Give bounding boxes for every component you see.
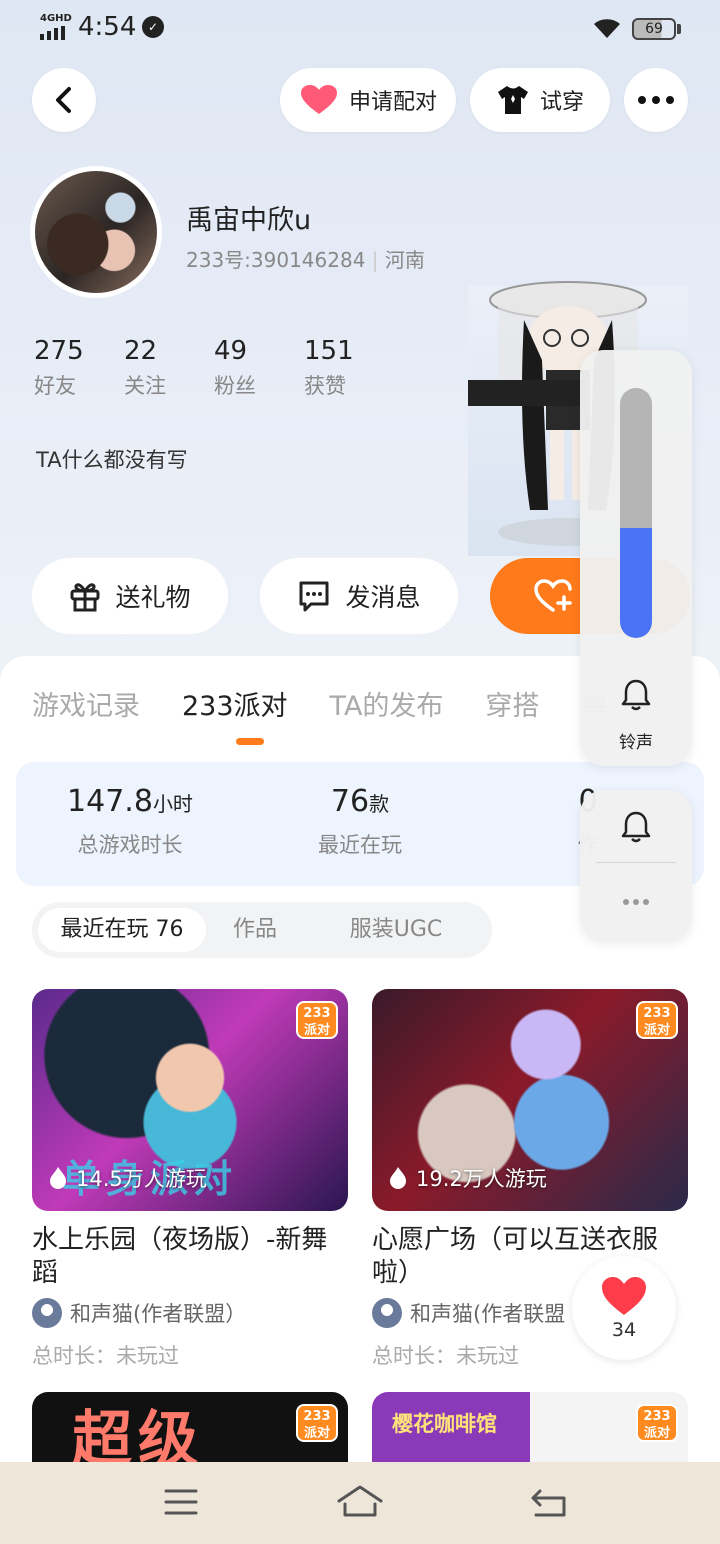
stat-fans[interactable]: 49 粉丝 <box>214 336 304 400</box>
stat-value: 22 <box>124 336 158 366</box>
bell-icon[interactable] <box>620 810 652 844</box>
author-avatar <box>32 1298 62 1328</box>
subtab-recent[interactable]: 最近在玩 76 <box>38 908 206 952</box>
play-count: 14.5万人游玩 <box>48 1163 207 1193</box>
total-time-unit: 小时 <box>152 792 193 816</box>
avatar[interactable] <box>30 166 162 298</box>
notification-icon: ✓ <box>142 16 164 38</box>
home-icon[interactable] <box>336 1484 384 1518</box>
tab-indicator <box>236 738 264 745</box>
divider <box>596 862 676 863</box>
tshirt-icon <box>497 86 528 114</box>
stat-value: 49 <box>214 336 248 366</box>
game-play-time: 总时长：未玩过 <box>32 1344 179 1368</box>
user-id-number: 233号:390146284 <box>186 248 366 272</box>
tab-game-records[interactable]: 游戏记录 <box>32 684 140 723</box>
volume-options-panel <box>580 790 692 942</box>
signal-icon <box>40 26 65 40</box>
party-badge: 233 派对 <box>636 1001 678 1039</box>
total-time-label: 总游戏时长 <box>77 833 183 857</box>
game-subtabs: 最近在玩 76 作品 服装UGC <box>32 902 492 958</box>
user-id: 233号:390146284 | 河南 <box>186 248 425 272</box>
game-title[interactable]: 水上乐园（夜场版）-新舞蹈 <box>32 1224 348 1290</box>
back-button[interactable] <box>32 68 96 132</box>
stat-label: 获赞 <box>304 374 346 398</box>
more-dots-icon[interactable] <box>622 898 650 906</box>
ringtone-label: 铃声 <box>619 733 653 753</box>
like-button[interactable]: 34 <box>572 1256 676 1360</box>
recent-value: 76 <box>330 784 370 819</box>
game-play-time: 总时长：未玩过 <box>372 1344 519 1368</box>
volume-level <box>620 528 652 638</box>
summary-recent: 76款 最近在玩 <box>250 784 470 859</box>
party-badge: 233 派对 <box>636 1404 678 1442</box>
battery-tip <box>677 24 681 34</box>
play-count: 19.2万人游玩 <box>388 1163 547 1193</box>
game-card-image[interactable]: 233 派对 19.2万人游玩 <box>372 989 688 1211</box>
volume-slider[interactable] <box>620 388 652 638</box>
party-badge: 233 派对 <box>296 1001 338 1039</box>
username: 禹宙中欣u <box>186 205 312 236</box>
summary-total-time: 147.8小时 总游戏时长 <box>20 784 240 859</box>
heart-plus-icon <box>534 579 572 612</box>
bio-text: TA什么都没有写 <box>36 448 188 472</box>
chevron-left-icon <box>56 87 71 113</box>
stat-value: 275 <box>34 336 84 366</box>
recent-label: 最近在玩 <box>318 833 402 857</box>
game-card-image[interactable]: 单身派对 233 派对 14.5万人游玩 <box>32 989 348 1211</box>
tab-posts[interactable]: TA的发布 <box>330 684 444 723</box>
navigation-bar <box>0 1462 720 1544</box>
subtab-works[interactable]: 作品 <box>212 908 298 952</box>
battery-icon: 69 <box>632 18 676 40</box>
game-overlay-text: 超级 <box>72 1405 204 1472</box>
author-avatar <box>372 1298 402 1328</box>
send-gift-label: 送礼物 <box>115 583 191 612</box>
request-pair-label: 申请配对 <box>348 90 437 115</box>
game-author[interactable]: 和声猫(作者联盟） <box>32 1298 342 1328</box>
send-message-button[interactable]: 发消息 <box>260 558 458 634</box>
heart-icon <box>602 1277 646 1315</box>
request-pair-button[interactable]: 申请配对 <box>280 68 456 132</box>
recent-unit: 款 <box>369 792 390 816</box>
stat-value: 151 <box>304 336 354 366</box>
profile-tabs: 游戏记录 233派对 TA的发布 穿搭 单 <box>32 684 608 723</box>
heart-icon <box>300 85 337 114</box>
game-overlay-text: 樱花咖啡馆 <box>392 1412 497 1436</box>
gift-icon <box>70 583 100 612</box>
send-gift-button[interactable]: 送礼物 <box>32 558 228 634</box>
user-region: 河南 <box>384 248 425 272</box>
wifi-icon <box>594 19 620 38</box>
stat-likes[interactable]: 151 获赞 <box>304 336 394 400</box>
bell-icon[interactable] <box>620 678 652 712</box>
game-card-image[interactable]: 超级 233 派对 <box>32 1392 348 1472</box>
menu-icon[interactable] <box>164 1488 198 1516</box>
stat-label: 粉丝 <box>214 374 256 398</box>
stat-label: 好友 <box>34 374 76 398</box>
send-message-label: 发消息 <box>345 583 421 612</box>
status-time: 4:54 <box>78 12 137 42</box>
stat-following[interactable]: 22 关注 <box>124 336 214 400</box>
party-badge: 233 派对 <box>296 1404 338 1442</box>
game-card-image[interactable]: 樱花咖啡馆 233 派对 <box>372 1392 688 1472</box>
back-nav-icon[interactable] <box>530 1488 568 1518</box>
subtab-ugc[interactable]: 服装UGC <box>322 908 470 952</box>
try-on-button[interactable]: 试穿 <box>470 68 610 132</box>
tab-233-party[interactable]: 233派对 <box>182 684 288 723</box>
tab-outfits[interactable]: 穿搭 <box>485 684 539 723</box>
stat-label: 关注 <box>124 374 166 398</box>
stat-friends[interactable]: 275 好友 <box>34 336 124 400</box>
try-on-label: 试穿 <box>539 90 584 115</box>
flame-icon <box>50 1167 66 1189</box>
message-icon <box>299 581 329 612</box>
more-dots-icon <box>638 96 674 104</box>
flame-icon <box>390 1167 406 1189</box>
game-author[interactable]: 和声猫(作者联盟 <box>372 1298 572 1328</box>
total-time-value: 147.8 <box>67 784 153 819</box>
more-button[interactable] <box>624 68 688 132</box>
volume-panel: 铃声 <box>580 350 692 766</box>
like-count: 34 <box>611 1319 637 1341</box>
network-type: 4GHD <box>40 13 72 24</box>
profile-stats: 275 好友 22 关注 49 粉丝 151 获赞 <box>34 336 394 400</box>
